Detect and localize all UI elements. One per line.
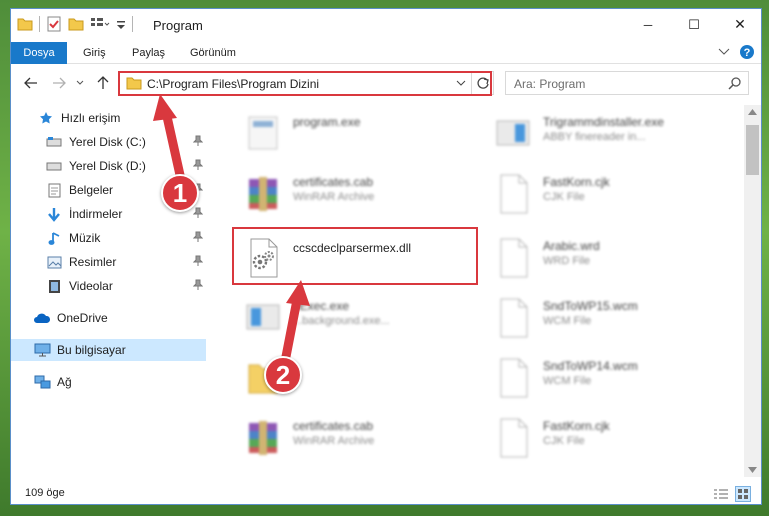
arrow-head-address	[153, 94, 177, 121]
annotation-arrows	[153, 94, 310, 377]
step-badge-2: 2	[264, 356, 302, 394]
arrow-head-file	[286, 280, 310, 306]
step-badge-1: 1	[161, 174, 199, 212]
